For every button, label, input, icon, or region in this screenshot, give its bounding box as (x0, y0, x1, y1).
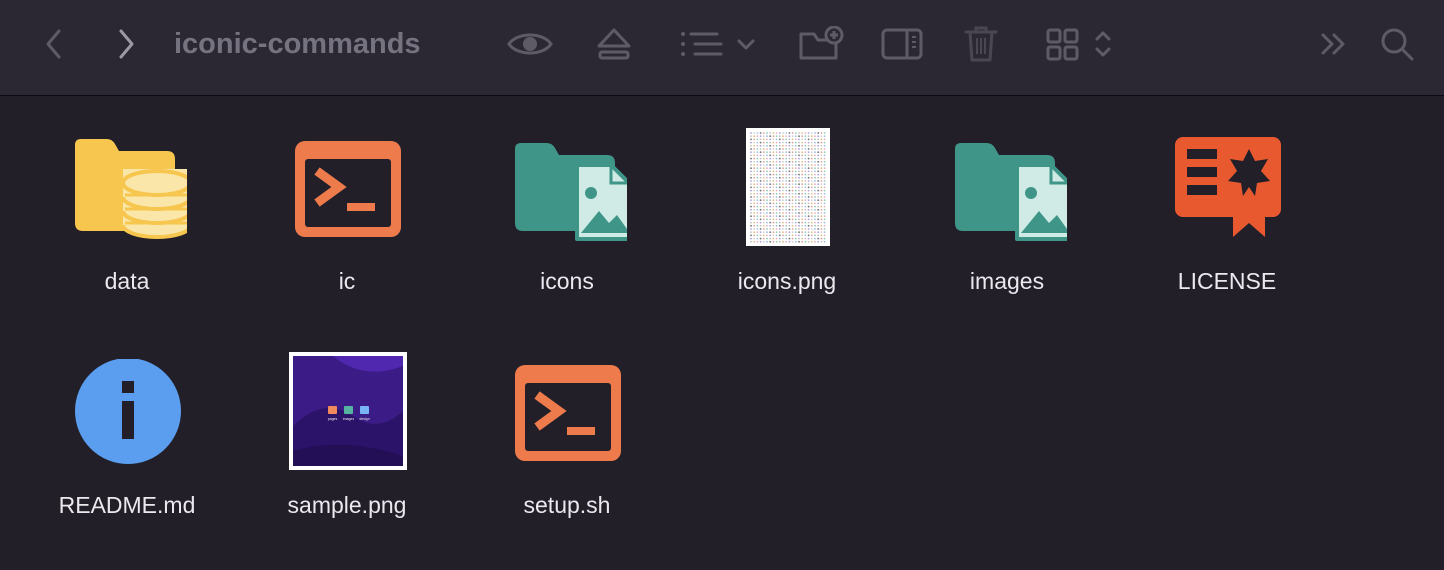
sidebar-icon (881, 28, 923, 60)
file-item-ic[interactable]: ic (257, 135, 437, 315)
file-name: README.md (58, 492, 196, 518)
file-grid: data ic icons icons.png images LICENSE R… (0, 97, 1444, 570)
eye-icon (507, 33, 553, 55)
file-item-readme[interactable]: README.md (37, 359, 217, 539)
more-button[interactable] (1316, 22, 1352, 66)
terminal-icon (477, 359, 657, 479)
image-folder-icon (477, 135, 657, 255)
back-button[interactable] (36, 22, 72, 66)
file-name: images (969, 268, 1045, 294)
search-button[interactable] (1376, 22, 1418, 66)
image-thumbnail: pages images design (289, 352, 407, 470)
image-thumbnail (746, 128, 830, 246)
double-chevron-right-icon (1321, 33, 1345, 55)
license-icon (1137, 135, 1317, 255)
trash-icon (964, 26, 998, 62)
file-item-license[interactable]: LICENSE (1137, 135, 1317, 315)
quick-look-button[interactable] (506, 22, 554, 66)
info-icon (37, 359, 217, 479)
chevron-right-icon (119, 29, 134, 59)
file-name: LICENSE (1177, 268, 1277, 294)
trash-button[interactable] (962, 22, 1000, 66)
file-item-data[interactable]: data (37, 135, 217, 315)
window-title: iconic-commands (174, 28, 421, 60)
eject-button[interactable] (594, 22, 634, 66)
file-item-images[interactable]: images (917, 135, 1097, 315)
thumbnail-label: pages (328, 417, 338, 421)
file-item-icons[interactable]: icons (477, 135, 657, 315)
eject-icon (597, 28, 631, 60)
new-folder-button[interactable] (798, 22, 846, 66)
file-name: icons.png (737, 268, 837, 294)
chevron-left-icon (46, 29, 61, 59)
grid-icon (1046, 28, 1111, 61)
file-item-sample-png[interactable]: pages images design sample.png (257, 352, 437, 539)
sidebar-toggle-button[interactable] (880, 22, 924, 66)
file-name: ic (338, 268, 356, 294)
folder-plus-icon (799, 26, 844, 60)
forward-button[interactable] (108, 22, 144, 66)
file-name: data (104, 268, 150, 294)
view-options-button[interactable] (676, 22, 760, 66)
icon-view-button[interactable] (1042, 22, 1114, 66)
thumbnail-label: design (359, 417, 369, 421)
terminal-icon (257, 135, 437, 255)
file-name: icons (540, 268, 594, 294)
search-icon (1381, 28, 1414, 61)
file-name: setup.sh (523, 492, 611, 518)
file-name: sample.png (287, 492, 407, 518)
toolbar: iconic-commands (0, 0, 1444, 96)
file-item-setup-sh[interactable]: setup.sh (477, 359, 657, 539)
list-view-icon (681, 32, 755, 56)
image-folder-icon (917, 135, 1097, 255)
database-folder-icon (37, 135, 217, 255)
thumbnail-label: images (343, 417, 355, 421)
file-item-icons-png[interactable]: icons.png (697, 128, 877, 315)
